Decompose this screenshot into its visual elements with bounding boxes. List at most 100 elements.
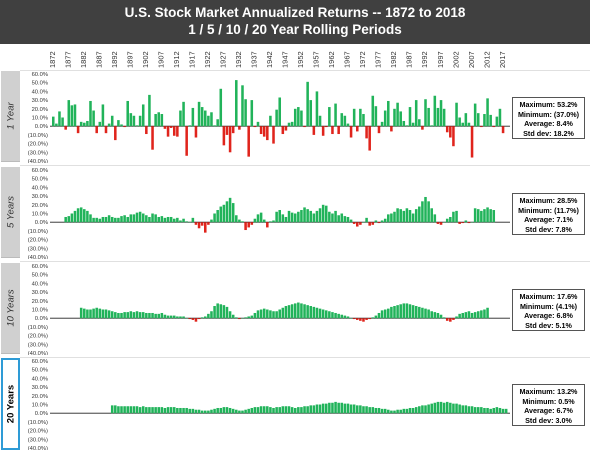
bar-1970 — [356, 126, 359, 132]
bar-1906 — [157, 112, 161, 127]
bar-1888 — [101, 216, 105, 223]
bar-1999 — [445, 401, 449, 414]
bar-1940 — [262, 406, 266, 414]
bar-1930 — [231, 126, 235, 134]
bar-1925 — [216, 407, 219, 414]
bar-1931 — [235, 317, 238, 319]
bar-1913 — [179, 407, 182, 414]
bar-2005 — [464, 312, 468, 319]
bar-1912 — [176, 407, 179, 414]
bar-1986 — [405, 208, 409, 223]
bar-1954 — [306, 81, 309, 127]
bar-1971 — [359, 405, 362, 414]
chart-panel-1-year: 60.0% 50.0% 40.0% 30.0% 20.0% 10.0% 0.0% (10.0%… — [28, 72, 510, 163]
bar-1995 — [433, 214, 437, 223]
bar-1924 — [213, 306, 216, 319]
bar-1939 — [259, 212, 263, 223]
bar-1987 — [408, 304, 412, 319]
bar-1950 — [293, 108, 297, 127]
bar-1975 — [371, 407, 375, 414]
panel-label-10-years[interactable]: 10 Years — [1, 263, 20, 354]
panel-label-text: 1 Year — [5, 102, 16, 130]
bar-1968 — [349, 126, 353, 138]
bar-1923 — [210, 219, 213, 223]
bar-1959 — [321, 403, 325, 414]
bar-1948 — [287, 210, 291, 223]
bar-1983 — [396, 102, 399, 127]
y-tick-label: 0.0% — [35, 411, 48, 417]
bar-1973 — [365, 318, 368, 320]
bar-1970 — [356, 318, 359, 320]
bar-1982 — [393, 306, 396, 319]
bar-1896 — [126, 406, 129, 414]
bar-1913 — [179, 110, 182, 127]
bar-2004 — [461, 222, 465, 224]
bar-1950 — [293, 213, 297, 223]
bar-1999 — [445, 126, 449, 133]
bar-1904 — [151, 213, 154, 223]
stat-average: Average: 7.1% — [524, 215, 573, 224]
bar-2006 — [467, 406, 471, 414]
panel-label-text: 10 Years — [5, 289, 16, 327]
bar-1887 — [98, 121, 102, 127]
bar-2002 — [455, 210, 458, 223]
stat-minimum: Minimum: (4.1%) — [519, 301, 578, 311]
bar-1891 — [110, 115, 114, 127]
bar-1994 — [430, 311, 433, 319]
bar-1973 — [365, 217, 368, 223]
bar-1954 — [306, 209, 309, 223]
bar-1921 — [204, 410, 207, 414]
chart-panel-10-years: 60.0% 50.0% 40.0% 30.0% 20.0% 10.0% 0.0% (10.0%… — [28, 264, 510, 355]
bar-1997 — [439, 401, 443, 414]
bar-1927 — [222, 407, 226, 414]
bar-1890 — [107, 310, 111, 319]
bar-2011 — [483, 407, 486, 414]
bar-2008 — [473, 103, 477, 127]
bar-1951 — [297, 211, 300, 223]
stats-box-10-years: Maximum: 17.6% Minimum: (4.1%) Average: 6.… — [512, 289, 585, 331]
bar-1971 — [359, 108, 362, 127]
bar-1919 — [197, 101, 201, 127]
year-tick-label: 1967 — [343, 51, 352, 68]
bar-1989 — [414, 407, 418, 414]
year-tick-label: 1972 — [358, 51, 367, 68]
panel-label-5-years[interactable]: 5 Years — [1, 167, 20, 258]
bar-1995 — [433, 402, 437, 414]
year-tick-label: 1932 — [234, 51, 243, 68]
bar-1892 — [114, 126, 117, 141]
bar-1974 — [368, 222, 371, 226]
bar-1894 — [120, 312, 123, 319]
bar-1881 — [79, 307, 83, 319]
year-tick-label: 2007 — [467, 51, 476, 68]
bar-1988 — [411, 213, 415, 223]
bar-2008 — [473, 407, 477, 414]
bar-1895 — [123, 312, 126, 319]
panel-label-1-year[interactable]: 1 Year — [1, 71, 20, 162]
bar-1945 — [278, 407, 281, 414]
bar-1900 — [138, 115, 142, 127]
year-tick-label: 1882 — [79, 51, 88, 68]
bar-2002 — [455, 403, 458, 414]
bar-1934 — [244, 222, 247, 231]
bar-2003 — [458, 222, 461, 224]
bar-1961 — [328, 107, 331, 127]
bar-1953 — [303, 406, 306, 414]
y-tick-label: (10.0%) — [28, 420, 48, 426]
bar-1967 — [346, 123, 350, 127]
stat-std-dev: Std dev: 18.2% — [523, 128, 574, 138]
year-tick-label: 1887 — [95, 51, 104, 68]
bar-1974 — [368, 126, 371, 151]
bar-1969 — [352, 318, 356, 320]
bar-1952 — [300, 407, 303, 414]
y-tick-label: 30.0% — [32, 194, 48, 200]
y-tick-label: 0.0% — [35, 316, 48, 322]
bar-2009 — [476, 407, 480, 414]
bar-1905 — [154, 214, 157, 223]
y-tick-label: 20.0% — [32, 394, 48, 400]
bar-1956 — [312, 306, 316, 319]
bar-1918 — [194, 318, 198, 322]
bar-1893 — [117, 120, 120, 127]
panel-label-20-years[interactable]: 20 Years — [1, 358, 20, 450]
bar-1941 — [266, 222, 269, 228]
bar-1890 — [107, 123, 111, 127]
